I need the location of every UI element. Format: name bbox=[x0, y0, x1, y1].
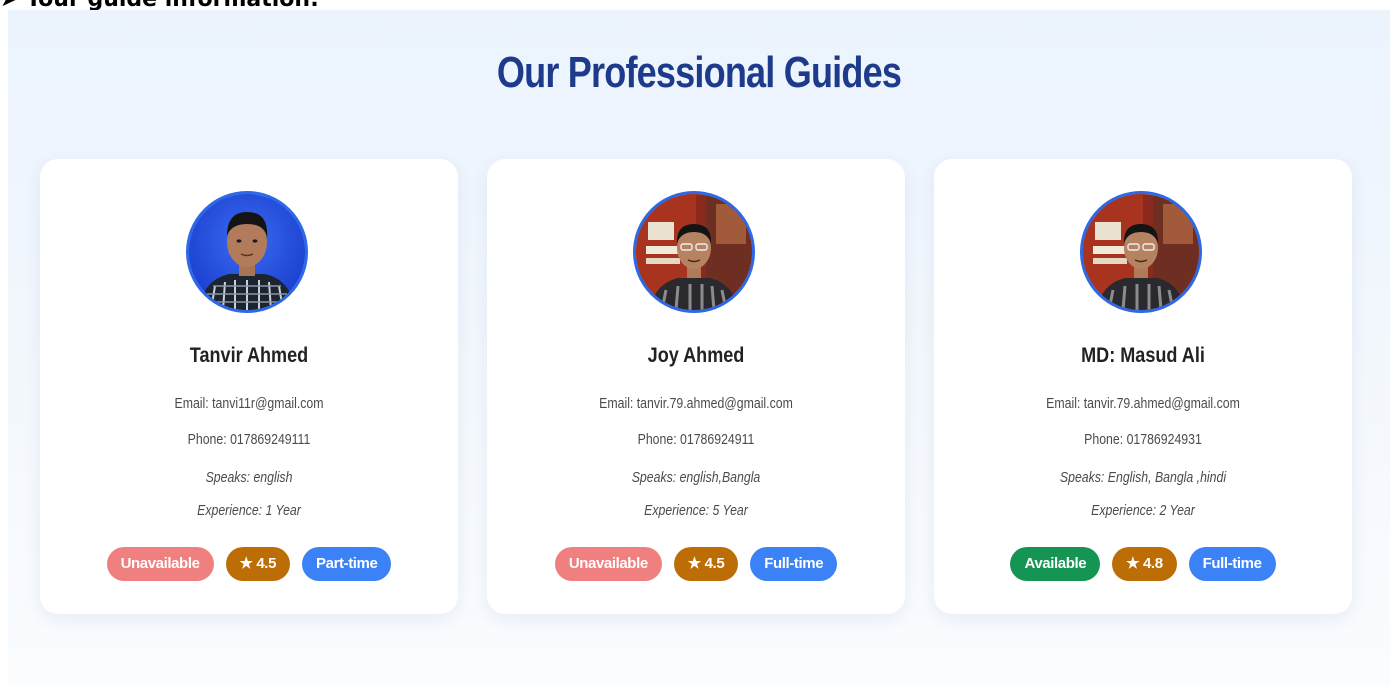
guide-name: MD: Masud Ali bbox=[1081, 344, 1205, 367]
employment-badge: Full-time bbox=[1188, 547, 1276, 581]
guide-phone: Phone: 017869249111 bbox=[187, 431, 311, 448]
guide-languages: Speaks: english,Bangla bbox=[631, 469, 761, 486]
employment-badge: Full-time bbox=[750, 547, 838, 581]
guide-card[interactable]: Tanvir Ahmed Email: tanvi11r@gmail.com P… bbox=[40, 159, 458, 614]
guide-email: Email: tanvir.79.ahmed@gmail.com bbox=[599, 395, 793, 412]
guide-email: Email: tanvi11r@gmail.com bbox=[174, 395, 324, 412]
guide-avatar bbox=[1080, 191, 1202, 313]
guide-languages: Speaks: English, Bangla ,hindi bbox=[1059, 469, 1227, 486]
guide-experience: Experience: 2 Year bbox=[1091, 502, 1195, 519]
guide-phone: Phone: 01786924931 bbox=[1084, 431, 1202, 448]
availability-badge: Unavailable bbox=[106, 547, 214, 581]
availability-badge: Available bbox=[1010, 547, 1101, 581]
portrait-photo bbox=[636, 194, 752, 310]
rating-badge: ★ 4.5 bbox=[673, 547, 739, 581]
guide-email: Email: tanvir.79.ahmed@gmail.com bbox=[1046, 395, 1240, 412]
guide-name: Tanvir Ahmed bbox=[189, 344, 309, 367]
guide-avatar bbox=[633, 191, 755, 313]
guide-card[interactable]: Joy Ahmed Email: tanvir.79.ahmed@gmail.c… bbox=[487, 159, 905, 614]
guide-name: Joy Ahmed bbox=[647, 344, 745, 367]
guide-badges: Available ★ 4.8 Full-time bbox=[934, 547, 1352, 581]
rating-badge: ★ 4.8 bbox=[1112, 547, 1177, 581]
guide-avatar bbox=[186, 191, 308, 313]
portrait-photo bbox=[1083, 194, 1199, 310]
guide-badges: Unavailable ★ 4.5 Full-time bbox=[487, 547, 905, 581]
guide-badges: Unavailable ★ 4.5 Part-time bbox=[40, 547, 458, 581]
guide-card[interactable]: MD: Masud Ali Email: tanvir.79.ahmed@gma… bbox=[934, 159, 1352, 614]
guide-languages: Speaks: english bbox=[205, 469, 293, 486]
guide-experience: Experience: 5 Year bbox=[644, 502, 748, 519]
guide-experience: Experience: 1 Year bbox=[197, 502, 301, 519]
availability-badge: Unavailable bbox=[554, 547, 662, 581]
guide-phone: Phone: 01786924911 bbox=[637, 431, 755, 448]
rating-badge: ★ 4.5 bbox=[225, 547, 291, 581]
guides-section: Our Professional Guides Tanvir Ahmed Ema… bbox=[8, 10, 1390, 685]
portrait-photo bbox=[189, 194, 305, 310]
page-title: Our Professional Guides bbox=[496, 48, 902, 97]
employment-badge: Part-time bbox=[302, 547, 392, 581]
